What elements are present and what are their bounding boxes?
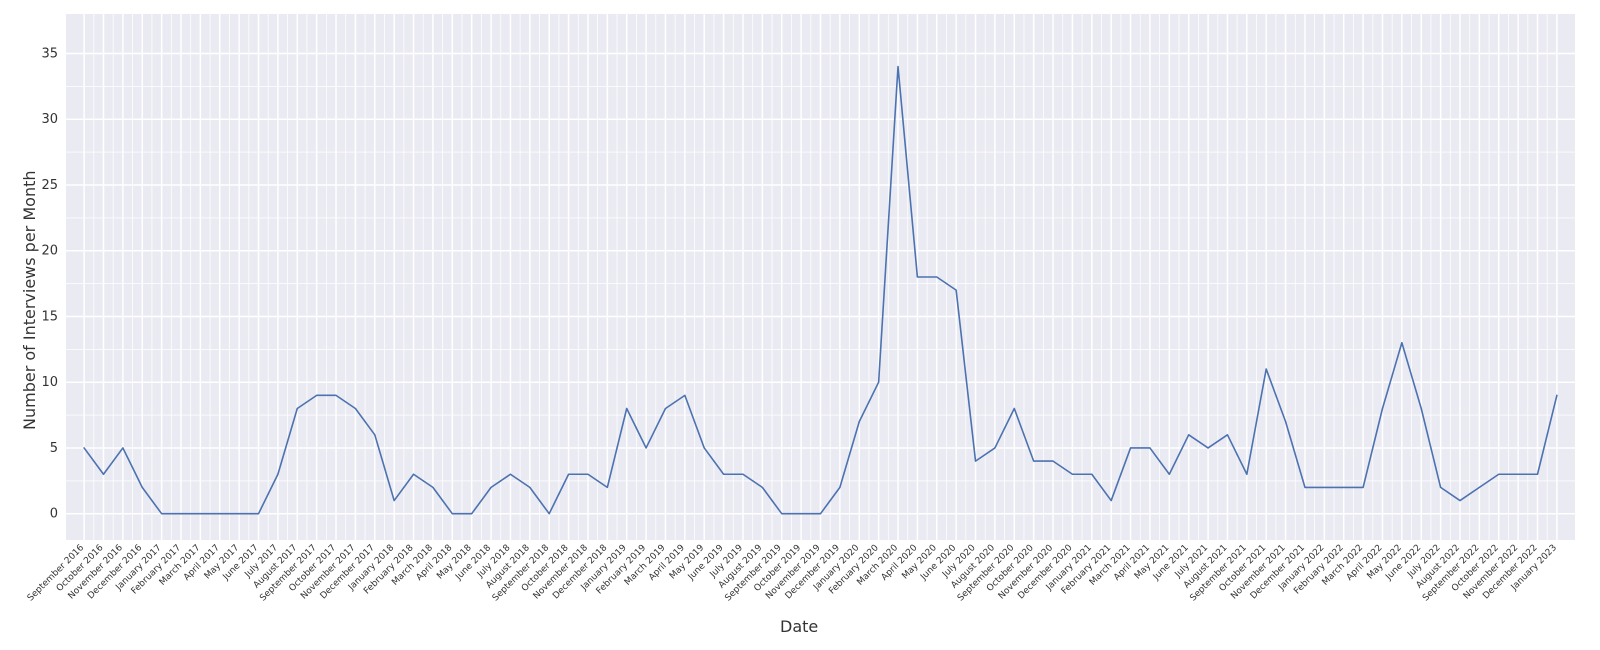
y-tick-label: 5 bbox=[50, 441, 58, 456]
y-tick-label: 10 bbox=[41, 375, 58, 390]
y-tick-label: 25 bbox=[41, 178, 58, 193]
x-axis-label: Date bbox=[780, 617, 818, 636]
y-tick-label: 15 bbox=[41, 309, 58, 324]
chart-container: 05101520253035September 2016October 2016… bbox=[0, 0, 1600, 650]
chart-svg: 05101520253035September 2016October 2016… bbox=[0, 0, 1600, 650]
y-tick-label: 30 bbox=[41, 112, 58, 127]
y-tick-label: 35 bbox=[41, 46, 58, 61]
y-axis-label: Number of Interviews per Month bbox=[20, 171, 39, 431]
y-tick-label: 20 bbox=[41, 244, 58, 259]
y-tick-label: 0 bbox=[50, 507, 58, 522]
